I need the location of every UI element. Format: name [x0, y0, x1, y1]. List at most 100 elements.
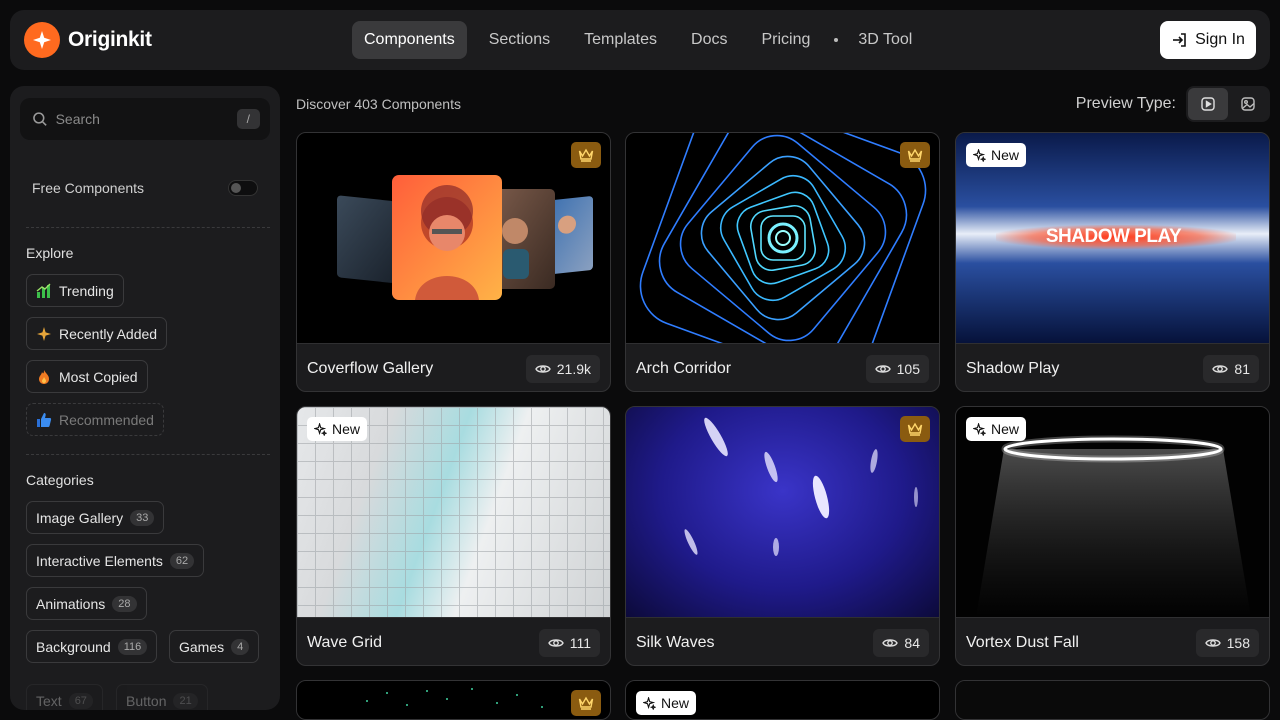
flame-icon	[36, 369, 52, 385]
view-count-value: 81	[1234, 360, 1250, 377]
card-footer: Coverflow Gallery 21.9k	[297, 343, 610, 391]
chip-label: Trending	[59, 282, 114, 299]
explore-recently-added[interactable]: Recently Added	[26, 317, 168, 350]
card-preview: New	[956, 407, 1269, 617]
chip-label: Most Copied	[59, 368, 138, 385]
card-footer: Wave Grid 111	[297, 617, 610, 665]
card-title: Shadow Play	[966, 359, 1060, 377]
new-label: New	[661, 695, 690, 711]
view-count: 81	[1203, 354, 1259, 383]
card-footer: Vortex Dust Fall 158	[956, 617, 1269, 665]
component-card[interactable]: SHADOW PLAY New Shadow Play 81	[955, 132, 1270, 392]
card-title: Wave Grid	[307, 633, 382, 651]
component-card[interactable]: New	[625, 680, 940, 720]
category-count: 4	[231, 638, 250, 655]
preview-image-button[interactable]	[1228, 88, 1268, 120]
component-count-text: Discover 403 Components	[296, 96, 461, 112]
component-card[interactable]: Arch Corridor 105	[625, 132, 940, 392]
component-card[interactable]: New Vortex Dust Fall 158	[955, 406, 1270, 666]
premium-badge	[900, 416, 930, 442]
view-count-value: 158	[1226, 634, 1250, 651]
card-preview	[626, 407, 939, 617]
thumbs-up-icon	[36, 412, 52, 428]
new-label: New	[991, 421, 1020, 437]
free-components-row: Free Components	[32, 180, 258, 196]
component-card[interactable]	[296, 680, 611, 720]
explore-most-copied[interactable]: Most Copied	[26, 360, 148, 393]
nav-sections[interactable]: Sections	[477, 21, 562, 59]
category-button[interactable]: Button 21	[116, 684, 208, 710]
sparkle-icon	[314, 422, 327, 436]
crown-icon	[578, 148, 594, 162]
component-card[interactable]: Silk Waves 84	[625, 406, 940, 666]
nav-components[interactable]: Components	[352, 21, 467, 59]
category-animations[interactable]: Animations 28	[26, 587, 147, 620]
nav-pricing[interactable]: Pricing	[749, 21, 822, 59]
logo-icon	[24, 22, 60, 58]
view-count-value: 84	[904, 634, 920, 651]
nav-separator-dot	[834, 38, 839, 42]
explore-title: Explore	[26, 245, 74, 261]
category-image-gallery[interactable]: Image Gallery 33	[26, 501, 165, 534]
preview-type-toggle	[1186, 86, 1270, 122]
premium-badge	[571, 142, 601, 168]
category-count: 21	[173, 692, 198, 709]
card-preview	[626, 133, 939, 343]
view-count: 105	[865, 354, 929, 383]
new-label: New	[991, 147, 1020, 163]
toggle-knob	[231, 183, 241, 193]
eye-icon	[547, 638, 564, 647]
free-components-toggle[interactable]	[228, 180, 258, 196]
component-card[interactable]	[955, 680, 1270, 720]
search-input[interactable]	[55, 111, 237, 127]
category-count: 67	[68, 692, 93, 709]
category-interactive-elements[interactable]: Interactive Elements 62	[26, 544, 205, 577]
chip-label: Animations	[36, 595, 106, 612]
card-preview	[297, 133, 610, 343]
particles-preview-image	[366, 688, 543, 708]
top-navbar: Originkit Components Sections Templates …	[10, 10, 1270, 70]
view-count-value: 105	[896, 360, 920, 377]
card-title: Arch Corridor	[636, 359, 732, 377]
explore-recommended[interactable]: Recommended	[26, 403, 164, 436]
coverflow-preview-image	[337, 175, 593, 300]
premium-badge	[900, 142, 930, 168]
sparkle-icon	[973, 422, 986, 436]
eye-icon	[534, 364, 551, 373]
card-footer: Arch Corridor 105	[626, 343, 939, 391]
nav-3d-tool[interactable]: 3D Tool	[846, 21, 924, 59]
crown-icon	[907, 422, 923, 436]
chip-label: Button	[126, 692, 167, 709]
view-count: 21.9k	[525, 354, 600, 383]
chip-label: Games	[179, 638, 225, 655]
category-count: 28	[112, 595, 137, 612]
image-icon	[1241, 97, 1255, 111]
view-count: 84	[873, 628, 929, 657]
category-games[interactable]: Games 4	[169, 630, 260, 663]
preview-type-label: Preview Type:	[1075, 95, 1176, 112]
brand-logo[interactable]: Originkit	[24, 22, 152, 58]
card-title: Vortex Dust Fall	[966, 633, 1079, 651]
sign-in-icon	[1173, 33, 1186, 47]
preview-video-button[interactable]	[1188, 88, 1228, 120]
component-card[interactable]: New Wave Grid 111	[296, 406, 611, 666]
nav-docs[interactable]: Docs	[679, 21, 739, 59]
divider	[26, 227, 270, 228]
explore-trending[interactable]: Trending	[26, 274, 124, 307]
new-badge: New	[966, 143, 1027, 167]
view-count-value: 111	[569, 634, 591, 651]
card-preview: New	[297, 407, 610, 617]
trending-icon	[36, 283, 52, 299]
view-count: 111	[538, 628, 600, 657]
new-badge: New	[636, 691, 697, 715]
sign-in-button[interactable]: Sign In	[1160, 21, 1256, 59]
sparkle-icon	[643, 696, 656, 710]
crown-icon	[907, 148, 923, 162]
search-box[interactable]: /	[20, 98, 270, 140]
nav-templates[interactable]: Templates	[572, 21, 669, 59]
component-card[interactable]: Coverflow Gallery 21.9k	[296, 132, 611, 392]
chip-label: Recently Added	[59, 325, 158, 342]
category-background[interactable]: Background 116	[26, 630, 158, 663]
category-text[interactable]: Text 67	[26, 684, 103, 710]
main-nav: Components Sections Templates Docs Prici…	[352, 21, 934, 59]
